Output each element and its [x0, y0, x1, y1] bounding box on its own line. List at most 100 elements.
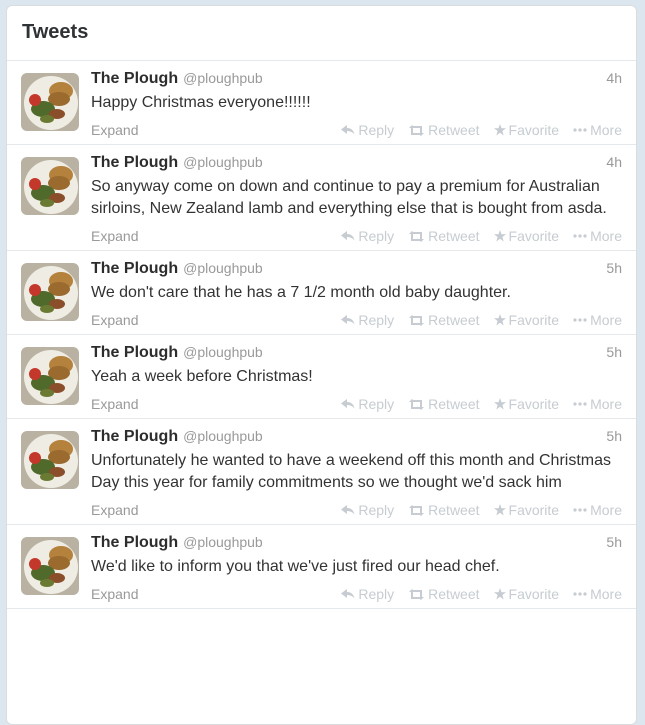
tweet-actions: Reply Retweet Favorite More [327, 228, 622, 244]
retweet-label: Retweet [428, 228, 480, 244]
tweet-timestamp[interactable]: 5h [606, 428, 622, 444]
tweet-timestamp[interactable]: 4h [606, 154, 622, 170]
reply-button[interactable]: Reply [341, 122, 394, 138]
food-plate-icon [21, 431, 79, 489]
favorite-button[interactable]: Favorite [493, 228, 559, 244]
retweet-button[interactable]: Retweet [408, 586, 480, 602]
tweet-timestamp[interactable]: 5h [606, 534, 622, 550]
reply-arrow-icon [341, 505, 355, 515]
tweet-item[interactable]: The Plough @ploughpub 5h We'd like to in… [7, 525, 636, 609]
more-button[interactable]: More [573, 502, 622, 518]
more-label: More [590, 586, 622, 602]
reply-button[interactable]: Reply [341, 396, 394, 412]
tweet-text: We don't care that he has a 7 1/2 month … [91, 284, 511, 301]
expand-link[interactable]: Expand [91, 502, 138, 518]
favorite-button[interactable]: Favorite [493, 312, 559, 328]
more-button[interactable]: More [573, 312, 622, 328]
tweet-actions: Reply Retweet Favorite More [327, 122, 622, 138]
tweet-timestamp[interactable]: 5h [606, 344, 622, 360]
author-handle[interactable]: @ploughpub [183, 154, 263, 170]
more-label: More [590, 122, 622, 138]
more-button[interactable]: More [573, 122, 622, 138]
more-button[interactable]: More [573, 586, 622, 602]
author-handle[interactable]: @ploughpub [183, 428, 263, 444]
reply-label: Reply [358, 312, 395, 328]
favorite-button[interactable]: Favorite [493, 586, 560, 602]
avatar[interactable] [21, 537, 79, 595]
expand-link[interactable]: Expand [91, 228, 138, 244]
star-icon [493, 314, 506, 326]
expand-link[interactable]: Expand [91, 312, 138, 328]
retweet-label: Retweet [428, 396, 480, 412]
reply-label: Reply [358, 396, 395, 412]
favorite-label: Favorite [508, 586, 560, 602]
author-name[interactable]: The Plough [91, 70, 178, 88]
tweet-text: Unfortunately he wanted to have a weeken… [91, 452, 612, 491]
tweet-item[interactable]: The Plough @ploughpub 4h Happy Christmas… [7, 61, 636, 145]
tweet-item[interactable]: The Plough @ploughpub 5h Yeah a week bef… [7, 335, 636, 419]
tweet-text: Happy Christmas everyone!!!!!! [91, 94, 311, 111]
reply-arrow-icon [341, 399, 355, 409]
retweet-button[interactable]: Retweet [408, 228, 480, 244]
avatar[interactable] [21, 73, 79, 131]
food-plate-icon [21, 537, 79, 595]
expand-link[interactable]: Expand [91, 122, 138, 138]
reply-label: Reply [358, 502, 395, 518]
ellipsis-icon [573, 128, 587, 132]
avatar[interactable] [21, 347, 79, 405]
reply-button[interactable]: Reply [341, 312, 394, 328]
expand-link[interactable]: Expand [91, 586, 138, 602]
tweet-item[interactable]: The Plough @ploughpub 5h We don't care t… [7, 251, 636, 335]
avatar[interactable] [21, 263, 79, 321]
favorite-button[interactable]: Favorite [493, 122, 560, 138]
author-name[interactable]: The Plough [91, 344, 178, 362]
more-button[interactable]: More [573, 228, 622, 244]
reply-arrow-icon [341, 125, 355, 135]
avatar[interactable] [21, 431, 79, 489]
retweet-label: Retweet [428, 122, 480, 138]
reply-button[interactable]: Reply [341, 228, 394, 244]
tweet-text: We'd like to inform you that we've just … [91, 558, 500, 575]
favorite-button[interactable]: Favorite [493, 502, 559, 518]
retweet-button[interactable]: Retweet [408, 396, 480, 412]
reply-label: Reply [358, 586, 395, 602]
more-label: More [590, 396, 622, 412]
author-handle[interactable]: @ploughpub [183, 344, 263, 360]
expand-link[interactable]: Expand [91, 396, 138, 412]
tweets-panel: Tweets The Plough @ploughpub 4h Happy Ch… [6, 5, 637, 725]
retweet-label: Retweet [428, 312, 480, 328]
tweet-timestamp[interactable]: 5h [606, 260, 622, 276]
retweet-button[interactable]: Retweet [408, 122, 480, 138]
tweet-actions: Reply Retweet Favorite More [327, 312, 622, 328]
favorite-label: Favorite [508, 122, 560, 138]
tweet-timestamp[interactable]: 4h [606, 70, 622, 86]
retweet-icon [408, 588, 425, 600]
favorite-button[interactable]: Favorite [493, 396, 559, 412]
author-handle[interactable]: @ploughpub [183, 70, 263, 86]
author-name[interactable]: The Plough [91, 260, 178, 278]
tweet-item[interactable]: The Plough @ploughpub 4h So anyway come … [7, 145, 636, 251]
reply-arrow-icon [341, 315, 355, 325]
retweet-button[interactable]: Retweet [408, 312, 480, 328]
panel-header: Tweets [7, 6, 636, 61]
avatar[interactable] [21, 157, 79, 215]
star-icon [493, 504, 506, 516]
author-name[interactable]: The Plough [91, 534, 178, 552]
ellipsis-icon [573, 508, 587, 512]
reply-label: Reply [358, 122, 395, 138]
ellipsis-icon [573, 318, 587, 322]
tweet-actions: Reply Retweet Favorite More [327, 396, 622, 412]
author-handle[interactable]: @ploughpub [183, 260, 263, 276]
star-icon [493, 124, 506, 136]
ellipsis-icon [573, 402, 587, 406]
author-name[interactable]: The Plough [91, 428, 178, 446]
more-button[interactable]: More [573, 396, 622, 412]
reply-button[interactable]: Reply [341, 502, 394, 518]
more-label: More [590, 228, 622, 244]
tweet-item[interactable]: The Plough @ploughpub 5h Unfortunately h… [7, 419, 636, 525]
author-handle[interactable]: @ploughpub [183, 534, 263, 550]
reply-button[interactable]: Reply [341, 586, 394, 602]
panel-title: Tweets [22, 21, 89, 43]
retweet-button[interactable]: Retweet [408, 502, 480, 518]
author-name[interactable]: The Plough [91, 154, 178, 172]
